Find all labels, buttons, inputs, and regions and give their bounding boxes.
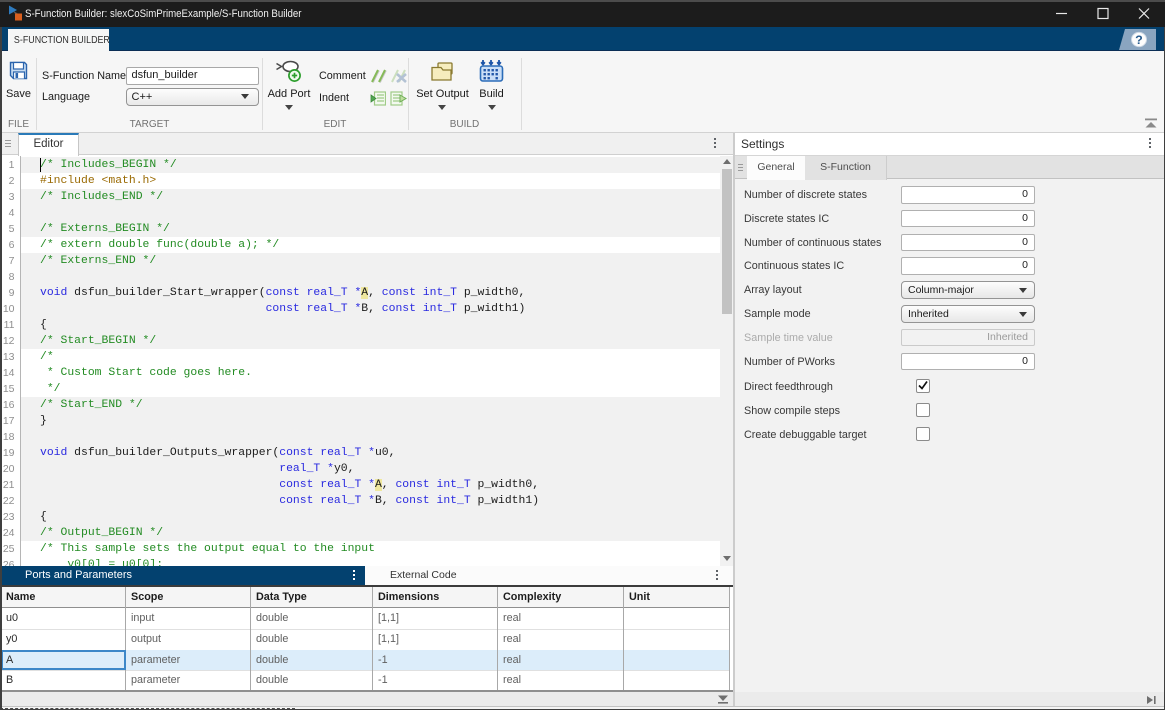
svg-text:?: ? — [1135, 33, 1143, 47]
